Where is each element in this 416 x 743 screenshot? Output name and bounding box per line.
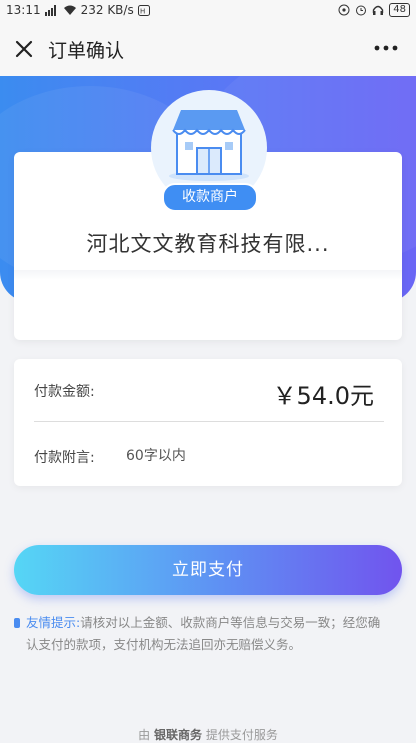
nav-bar: 订单确认 bbox=[0, 22, 416, 76]
close-icon[interactable] bbox=[12, 37, 36, 61]
amount-label: 付款金额: bbox=[34, 384, 95, 400]
merchant-name: 河北文文教育科技有限... bbox=[86, 232, 330, 256]
tip-head: 友情提示: bbox=[26, 615, 81, 630]
svg-text:H: H bbox=[140, 7, 145, 15]
note-input[interactable] bbox=[124, 443, 378, 469]
amount-value: ￥54.0元 bbox=[272, 382, 374, 410]
card-divider bbox=[14, 270, 402, 280]
tip-body: 请核对以上金额、收款商户等信息与交易一致；经您确认支付的款项，支付机构无法追回亦… bbox=[26, 615, 381, 652]
tip-marker bbox=[14, 618, 20, 628]
page-title: 订单确认 bbox=[48, 40, 125, 62]
status-time: 13:11 bbox=[6, 3, 41, 17]
network-speed: 232 KB/s bbox=[80, 3, 134, 17]
location-icon bbox=[338, 4, 350, 16]
more-icon[interactable] bbox=[372, 38, 400, 58]
hd-icon: H bbox=[137, 4, 150, 16]
footer-suffix: 提供支付服务 bbox=[205, 728, 278, 742]
payment-card: 付款金额: ￥54.0元 付款附言: bbox=[14, 359, 402, 486]
amount-divider bbox=[34, 421, 384, 422]
merchant-tag: 收款商户 bbox=[162, 183, 258, 212]
battery-level: 48 bbox=[389, 3, 410, 17]
note-label: 付款附言: bbox=[34, 450, 95, 466]
signal-icon bbox=[44, 4, 59, 16]
footer-prefix: 由 bbox=[138, 728, 151, 742]
status-bar: 13:11 232 KB/s H 48 bbox=[0, 0, 416, 22]
headphone-icon bbox=[372, 4, 384, 16]
footer: 由 银联商务 提供支付服务 bbox=[0, 726, 416, 743]
tip-text: 友情提示:请核对以上金额、收款商户等信息与交易一致；经您确认支付的款项，支付机构… bbox=[14, 612, 386, 656]
wifi-icon bbox=[63, 5, 77, 16]
pay-now-button[interactable]: 立即支付 bbox=[14, 545, 402, 595]
alarm-icon bbox=[355, 4, 367, 16]
footer-brand: 银联商务 bbox=[153, 728, 202, 742]
